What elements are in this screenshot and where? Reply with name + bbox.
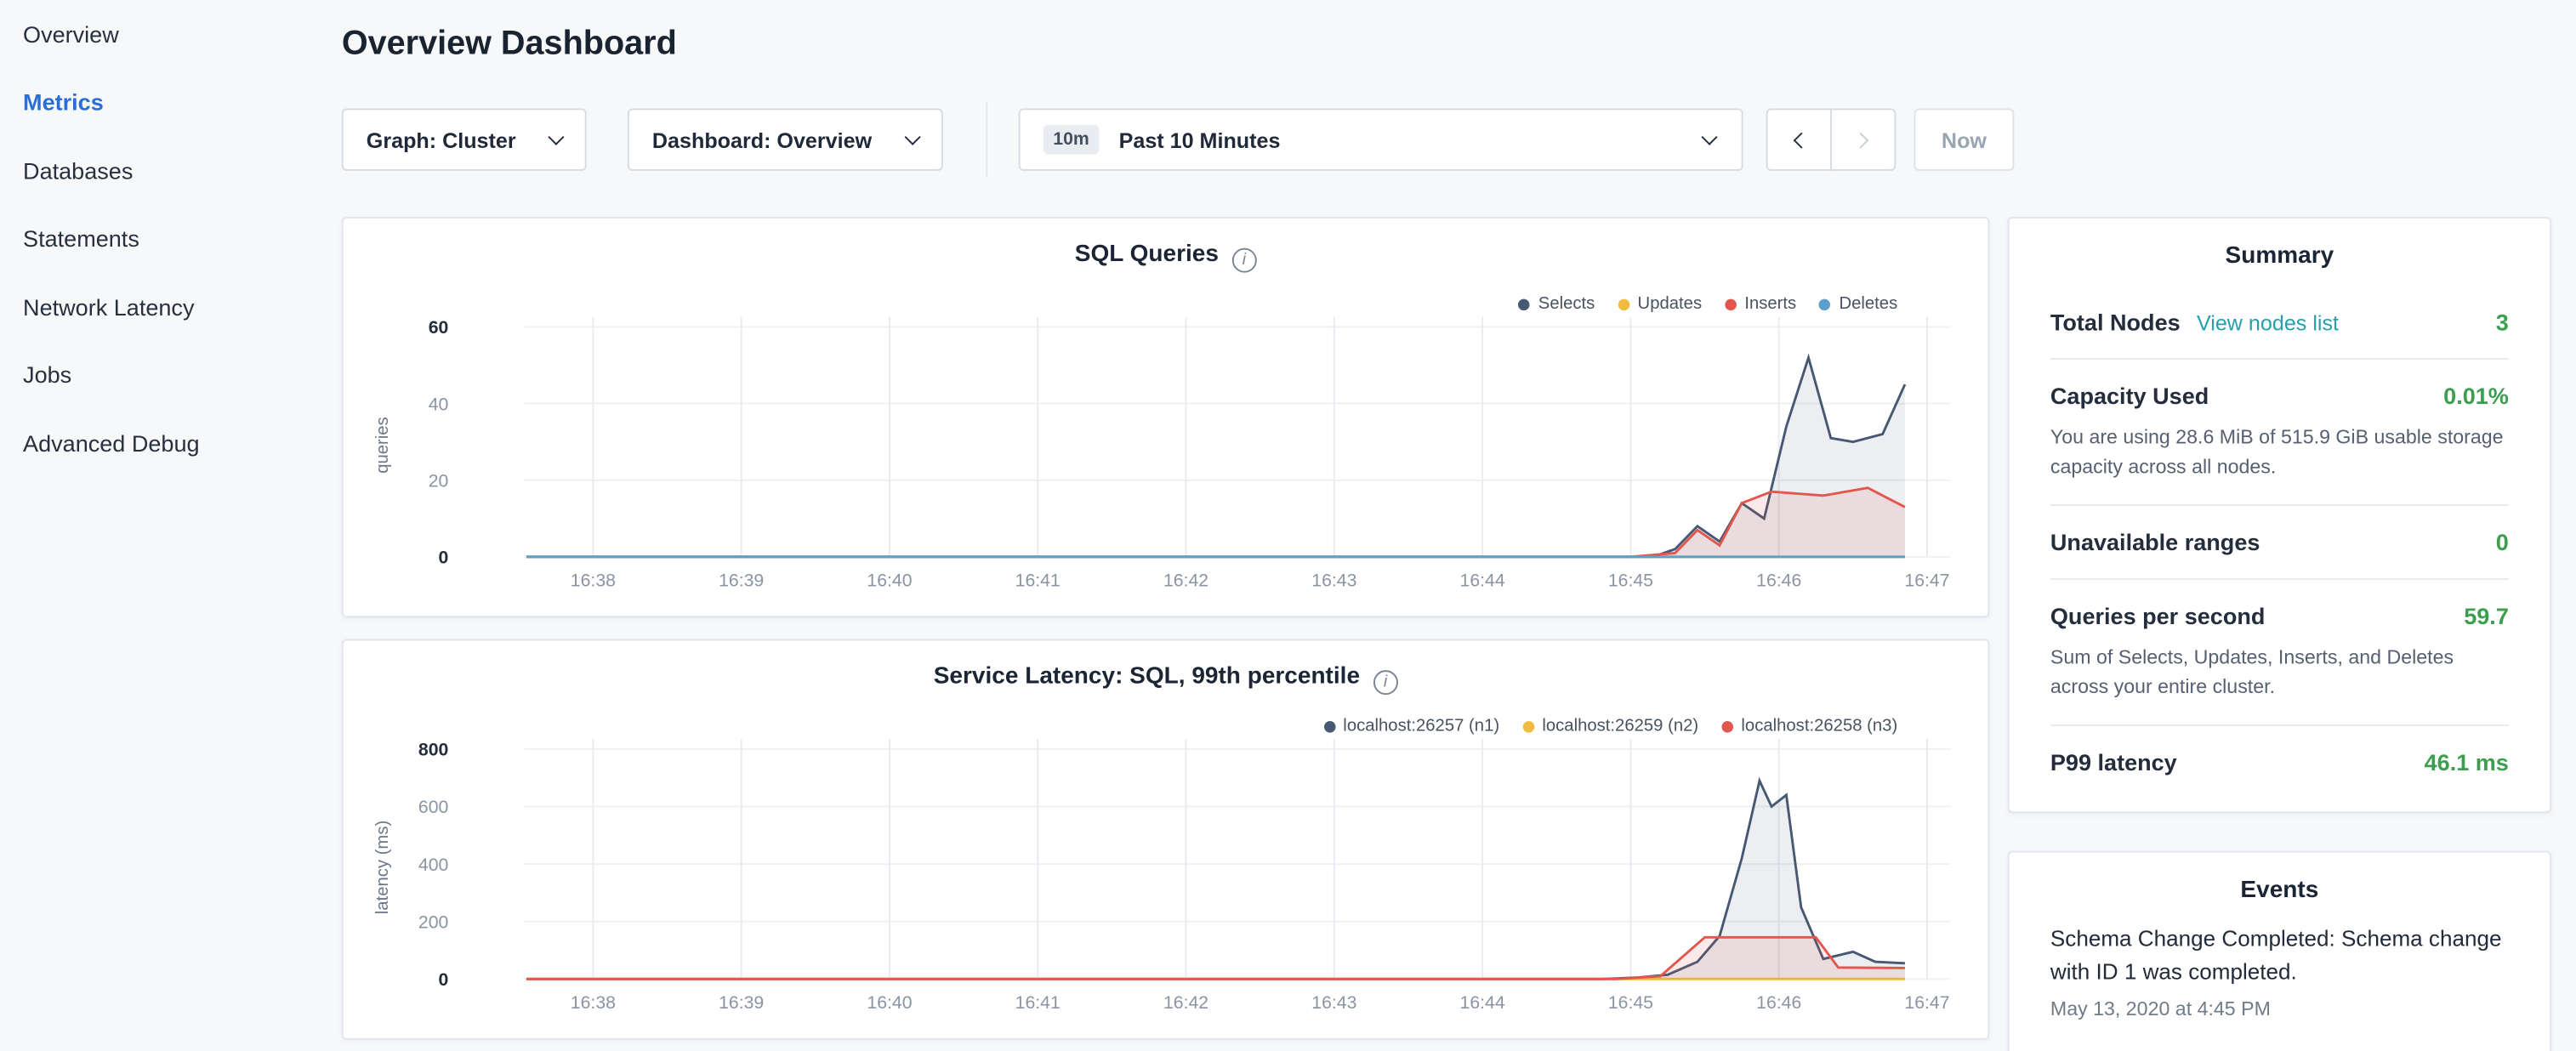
summary-row-queries-per-second: Queries per second 59.7 Sum of Selects, … [2050,578,2509,724]
page: Overview Metrics Databases Statements Ne… [0,0,2576,1051]
time-forward-button[interactable] [1830,108,1896,170]
svg-text:16:46: 16:46 [1756,571,1801,591]
svg-text:16:45: 16:45 [1608,992,1653,1013]
sql-queries-chart[interactable]: 0 20 40 60 16:38 16:39 16:40 16:41 16:42 16:43 16:… [344,307,1992,612]
time-range-dropdown[interactable]: 10m Past 10 Minutes [1019,108,1743,170]
svg-text:0: 0 [439,969,449,990]
svg-text:16:42: 16:42 [1163,571,1208,591]
page-title: Overview Dashboard [342,25,677,64]
svg-text:16:47: 16:47 [1904,992,1949,1013]
app-root: Overview Metrics Databases Statements Ne… [0,0,2576,1051]
svg-text:16:44: 16:44 [1460,571,1505,591]
time-range-label: Past 10 Minutes [1119,128,1281,152]
service-latency-panel: Service Latency: SQL, 99th percentile lo… [342,639,1990,1039]
chart-title: SQL Queries [344,241,1988,273]
summary-row-unavailable-ranges: Unavailable ranges 0 [2050,504,2509,578]
sidebar-item-metrics[interactable]: Metrics [0,68,322,136]
svg-text:200: 200 [418,912,448,932]
svg-text:16:45: 16:45 [1608,571,1653,591]
capacity-used-value: 0.01% [2443,383,2509,409]
chevron-down-icon [1701,129,1717,145]
controls-divider [986,102,987,178]
time-range-badge: 10m [1043,125,1100,155]
time-back-button[interactable] [1766,108,1832,170]
svg-text:16:41: 16:41 [1015,992,1061,1013]
summary-row-capacity-used: Capacity Used 0.01% You are using 28.6 M… [2050,358,2509,504]
queries-per-second-description: Sum of Selects, Updates, Inserts, and De… [2050,642,2509,702]
controls-bar: Graph: Cluster Dashboard: Overview 10m P… [342,108,2576,170]
event-timestamp: May 13, 2020 at 4:45 PM [2050,997,2509,1020]
svg-text:16:42: 16:42 [1163,992,1208,1013]
info-icon[interactable] [1373,670,1398,695]
svg-text:40: 40 [429,394,449,414]
p99-latency-value: 46.1 ms [2425,749,2509,775]
svg-text:16:43: 16:43 [1311,992,1356,1013]
svg-text:16:47: 16:47 [1904,571,1949,591]
svg-text:16:39: 16:39 [719,992,764,1013]
view-nodes-list-link[interactable]: View nodes list [2197,310,2339,335]
graph-dropdown[interactable]: Graph: Cluster [342,108,587,170]
event-text: Schema Change Completed: Schema change w… [2050,923,2509,988]
queries-per-second-value: 59.7 [2464,603,2509,629]
events-title: Events [2010,853,2550,920]
sql-queries-panel: SQL Queries SelectsUpdatesInsertsDeletes… [342,217,1990,617]
svg-text:16:40: 16:40 [867,571,912,591]
now-button[interactable]: Now [1914,108,2015,170]
chevron-left-icon [1794,132,1810,148]
svg-text:20: 20 [429,470,449,491]
sidebar-item-jobs[interactable]: Jobs [0,341,322,409]
events-list: Schema Change Completed: Schema change w… [2010,920,2550,1020]
chevron-down-icon [548,128,564,145]
svg-text:16:46: 16:46 [1756,992,1801,1013]
capacity-used-description: You are using 28.6 MiB of 515.9 GiB usab… [2050,422,2509,481]
sidebar-item-overview[interactable]: Overview [0,0,322,68]
service-latency-chart[interactable]: 0 200 400 600 800 16:38 16:39 16:40 16:41 16:42 16… [344,730,1992,1035]
svg-text:16:39: 16:39 [719,571,764,591]
svg-text:16:38: 16:38 [571,571,616,591]
sidebar-item-advanced-debug[interactable]: Advanced Debug [0,409,322,477]
svg-text:16:43: 16:43 [1311,571,1356,591]
unavailable-ranges-value: 0 [2496,529,2509,555]
svg-text:16:40: 16:40 [867,992,912,1013]
chevron-right-icon [1852,132,1868,148]
summary-title: Summary [2010,219,2550,286]
event-item[interactable]: Schema Change Completed: Schema change w… [2050,923,2509,1020]
summary-panel: Summary Total Nodes View nodes list 3 Ca… [2008,217,2551,813]
summary-row-p99-latency: P99 latency 46.1 ms [2050,724,2509,798]
sidebar-item-databases[interactable]: Databases [0,136,322,204]
sidebar-item-statements[interactable]: Statements [0,205,322,273]
events-panel: Events Schema Change Completed: Schema c… [2008,851,2551,1051]
sidebar-item-network-latency[interactable]: Network Latency [0,273,322,341]
svg-text:16:38: 16:38 [571,992,616,1013]
total-nodes-value: 3 [2496,309,2509,335]
chevron-down-icon [905,128,921,145]
svg-text:600: 600 [418,797,448,817]
svg-text:16:44: 16:44 [1460,992,1505,1013]
sidebar: Overview Metrics Databases Statements Ne… [0,0,322,1051]
chart-title: Service Latency: SQL, 99th percentile [344,663,1988,695]
svg-text:16:41: 16:41 [1015,571,1061,591]
summary-body: Total Nodes View nodes list 3 Capacity U… [2010,286,2550,811]
dashboard-dropdown[interactable]: Dashboard: Overview [628,108,943,170]
svg-text:400: 400 [418,855,448,875]
svg-text:0: 0 [439,548,449,568]
info-icon[interactable] [1231,248,1256,273]
svg-text:60: 60 [429,317,449,338]
svg-text:800: 800 [418,740,448,760]
summary-row-total-nodes: Total Nodes View nodes list 3 [2050,286,2509,358]
